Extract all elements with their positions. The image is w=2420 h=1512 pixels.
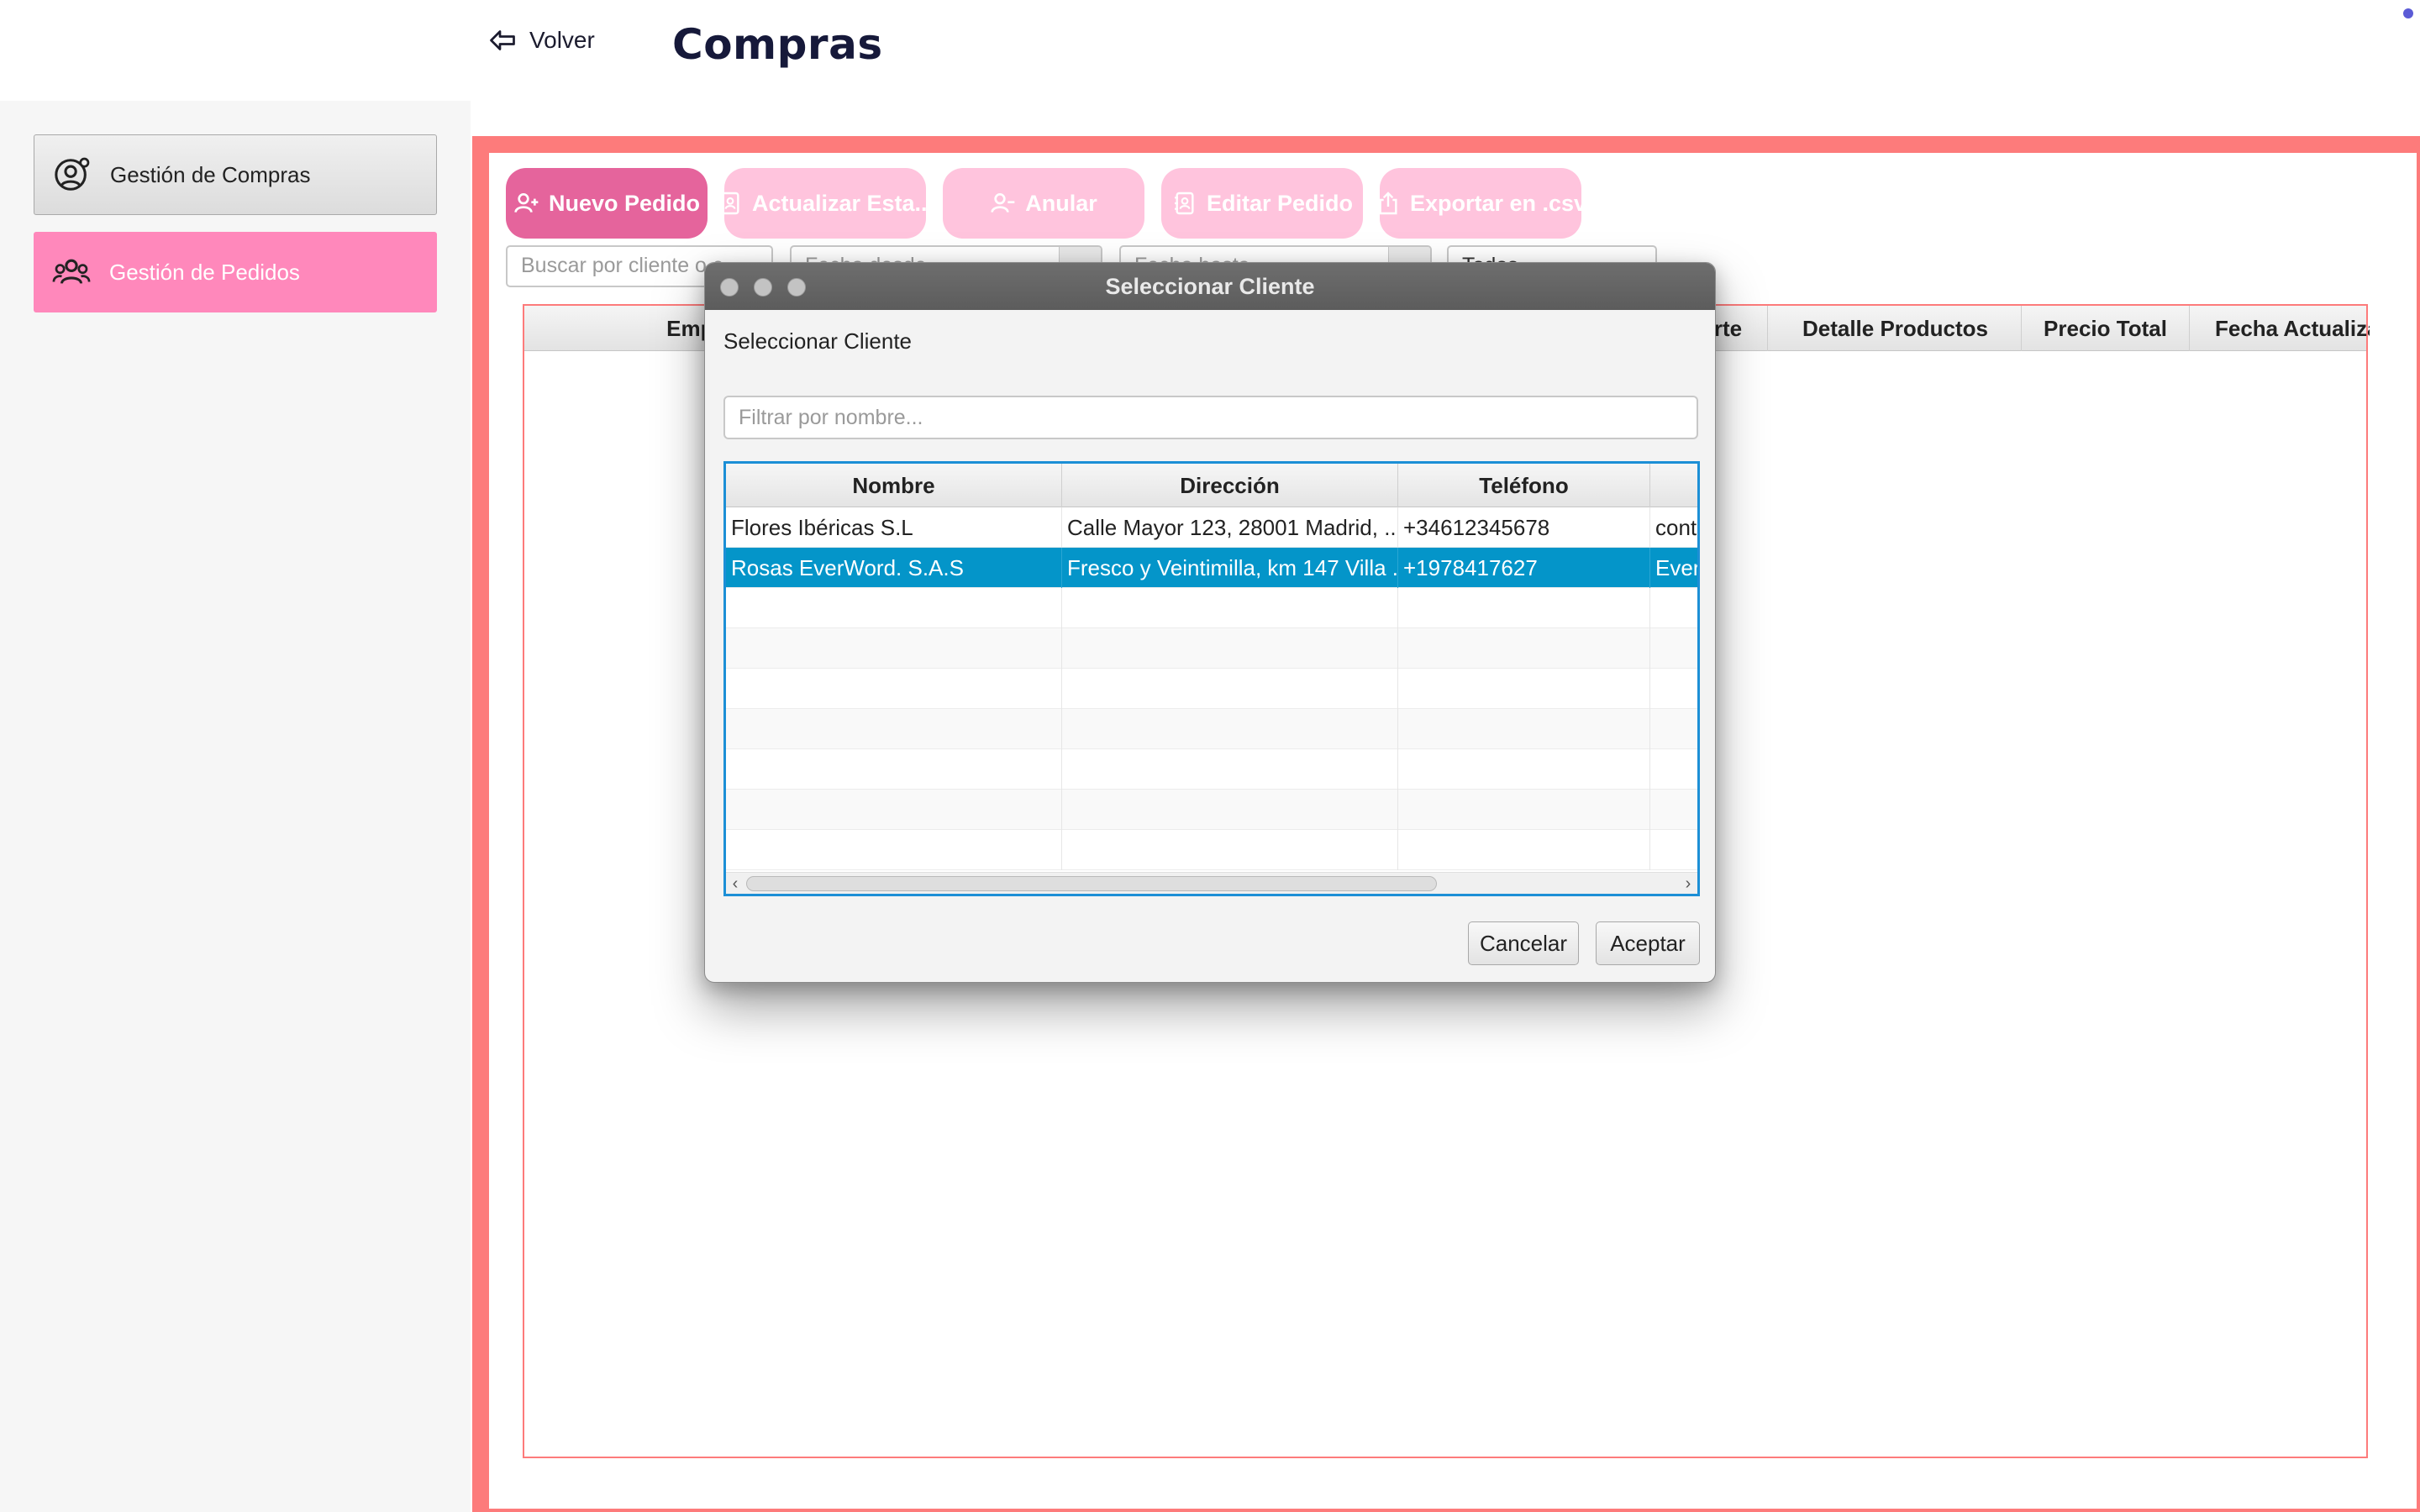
column-header-detalle-productos[interactable]: Detalle Productos [1770, 306, 2022, 351]
table-row[interactable]: Flores Ibéricas S.L Calle Mayor 123, 280… [726, 507, 1697, 548]
empty-cell [1398, 830, 1650, 870]
back-arrow-icon [490, 30, 515, 50]
column-header-telefono[interactable]: Teléfono [1398, 464, 1650, 507]
empty-cell [726, 830, 1062, 870]
empty-cell [1398, 790, 1650, 830]
empty-row [726, 830, 1697, 870]
empty-cell [1398, 749, 1650, 790]
scroll-left-icon[interactable]: ‹ [726, 873, 744, 894]
empty-row [726, 749, 1697, 790]
empty-cell [1062, 709, 1398, 749]
empty-row [726, 790, 1697, 830]
empty-row [726, 588, 1697, 628]
new-order-button[interactable]: Nuevo Pedido [506, 168, 708, 239]
column-header-email[interactable] [1650, 464, 1697, 507]
empty-row [726, 709, 1697, 749]
minimize-window-button[interactable] [754, 278, 772, 297]
user-plus-icon [514, 193, 539, 213]
sidebar-item-label: Gestión de Compras [110, 161, 311, 187]
clients-table-header: Nombre Dirección Teléfono [726, 464, 1697, 507]
new-order-label: Nuevo Pedido [548, 190, 701, 216]
cell-email: Ever [1655, 555, 1700, 580]
empty-cell [726, 669, 1062, 709]
dialog-title: Seleccionar Cliente [1105, 273, 1315, 299]
cell-nombre: Rosas EverWord. S.A.S [726, 548, 1062, 588]
empty-cell [726, 790, 1062, 830]
empty-cell [1062, 749, 1398, 790]
dialog-subtitle: Seleccionar Cliente [723, 328, 913, 354]
edit-order-button[interactable]: Editar Pedido [1161, 168, 1363, 239]
empty-cell [1062, 830, 1398, 870]
dialog-titlebar[interactable]: Seleccionar Cliente [705, 263, 1715, 310]
back-label: Volver [529, 27, 595, 53]
maximize-window-button[interactable] [787, 278, 806, 297]
export-csv-label: Exportar en .csv [1409, 190, 1581, 216]
share-icon [1380, 192, 1397, 215]
export-csv-button[interactable]: Exportar en .csv [1380, 168, 1581, 239]
cell-nombre: Flores Ibéricas S.L [726, 507, 1062, 548]
update-state-button[interactable]: Actualizar Esta... [724, 168, 926, 239]
contact-book-icon [724, 192, 739, 215]
column-header-nombre[interactable]: Nombre [726, 464, 1062, 507]
empty-row [726, 669, 1697, 709]
scroll-right-icon[interactable]: › [1679, 873, 1697, 894]
update-state-label: Actualizar Esta... [751, 190, 926, 216]
cell-email: cont [1655, 515, 1697, 540]
empty-cell [1398, 628, 1650, 669]
empty-row [726, 628, 1697, 669]
select-client-dialog: Seleccionar Cliente Seleccionar Cliente … [704, 262, 1716, 983]
user-gear-icon [55, 157, 90, 191]
cancel-order-button[interactable]: Anular [943, 168, 1144, 239]
back-button[interactable]: Volver [487, 25, 595, 55]
cancel-button[interactable]: Cancelar [1468, 921, 1579, 965]
cell-direccion: Calle Mayor 123, 28001 Madrid, ... [1062, 507, 1398, 548]
empty-cell [1062, 588, 1398, 628]
cell-direccion: Fresco y Veintimilla, km 147 Villa ... [1062, 548, 1398, 588]
accept-button[interactable]: Aceptar [1596, 921, 1700, 965]
edit-order-label: Editar Pedido [1206, 190, 1354, 216]
empty-cell [1062, 669, 1398, 709]
user-minus-icon [991, 193, 1015, 213]
empty-cell [726, 588, 1062, 628]
table-row-selected[interactable]: Rosas EverWord. S.A.S Fresco y Veintimil… [726, 548, 1697, 588]
filter-by-name-input[interactable] [723, 396, 1698, 439]
close-window-button[interactable] [720, 278, 739, 297]
sidebar [0, 101, 471, 1512]
empty-cell [1062, 790, 1398, 830]
empty-cell [726, 749, 1062, 790]
empty-cell [1398, 669, 1650, 709]
scrollbar-thumb[interactable] [746, 876, 1437, 891]
empty-cell [1062, 628, 1398, 669]
sidebar-item-label: Gestión de Pedidos [109, 259, 300, 285]
column-header-direccion[interactable]: Dirección [1062, 464, 1398, 507]
cancel-order-label: Anular [1025, 190, 1097, 216]
empty-cell [1398, 588, 1650, 628]
search-placeholder: Buscar por cliente o c [521, 254, 723, 277]
cell-telefono: +1978417627 [1398, 548, 1650, 588]
sidebar-item-gestion-pedidos[interactable]: Gestión de Pedidos [34, 232, 437, 312]
empty-cell [726, 628, 1062, 669]
horizontal-scrollbar[interactable]: ‹ › [726, 872, 1697, 894]
users-icon [52, 259, 91, 284]
contact-book-icon [1174, 192, 1194, 215]
page-title: Compras [672, 20, 883, 69]
empty-cell [1398, 709, 1650, 749]
clients-table: Nombre Dirección Teléfono Flores Ibérica… [723, 461, 1700, 896]
column-header-fecha-actualizacion[interactable]: Fecha Actualiza [2190, 306, 2370, 351]
sidebar-item-gestion-compras[interactable]: Gestión de Compras [34, 134, 437, 215]
column-header-precio-total[interactable]: Precio Total [2022, 306, 2190, 351]
cell-telefono: +34612345678 [1398, 507, 1650, 548]
status-dot [2403, 8, 2413, 18]
empty-cell [726, 709, 1062, 749]
